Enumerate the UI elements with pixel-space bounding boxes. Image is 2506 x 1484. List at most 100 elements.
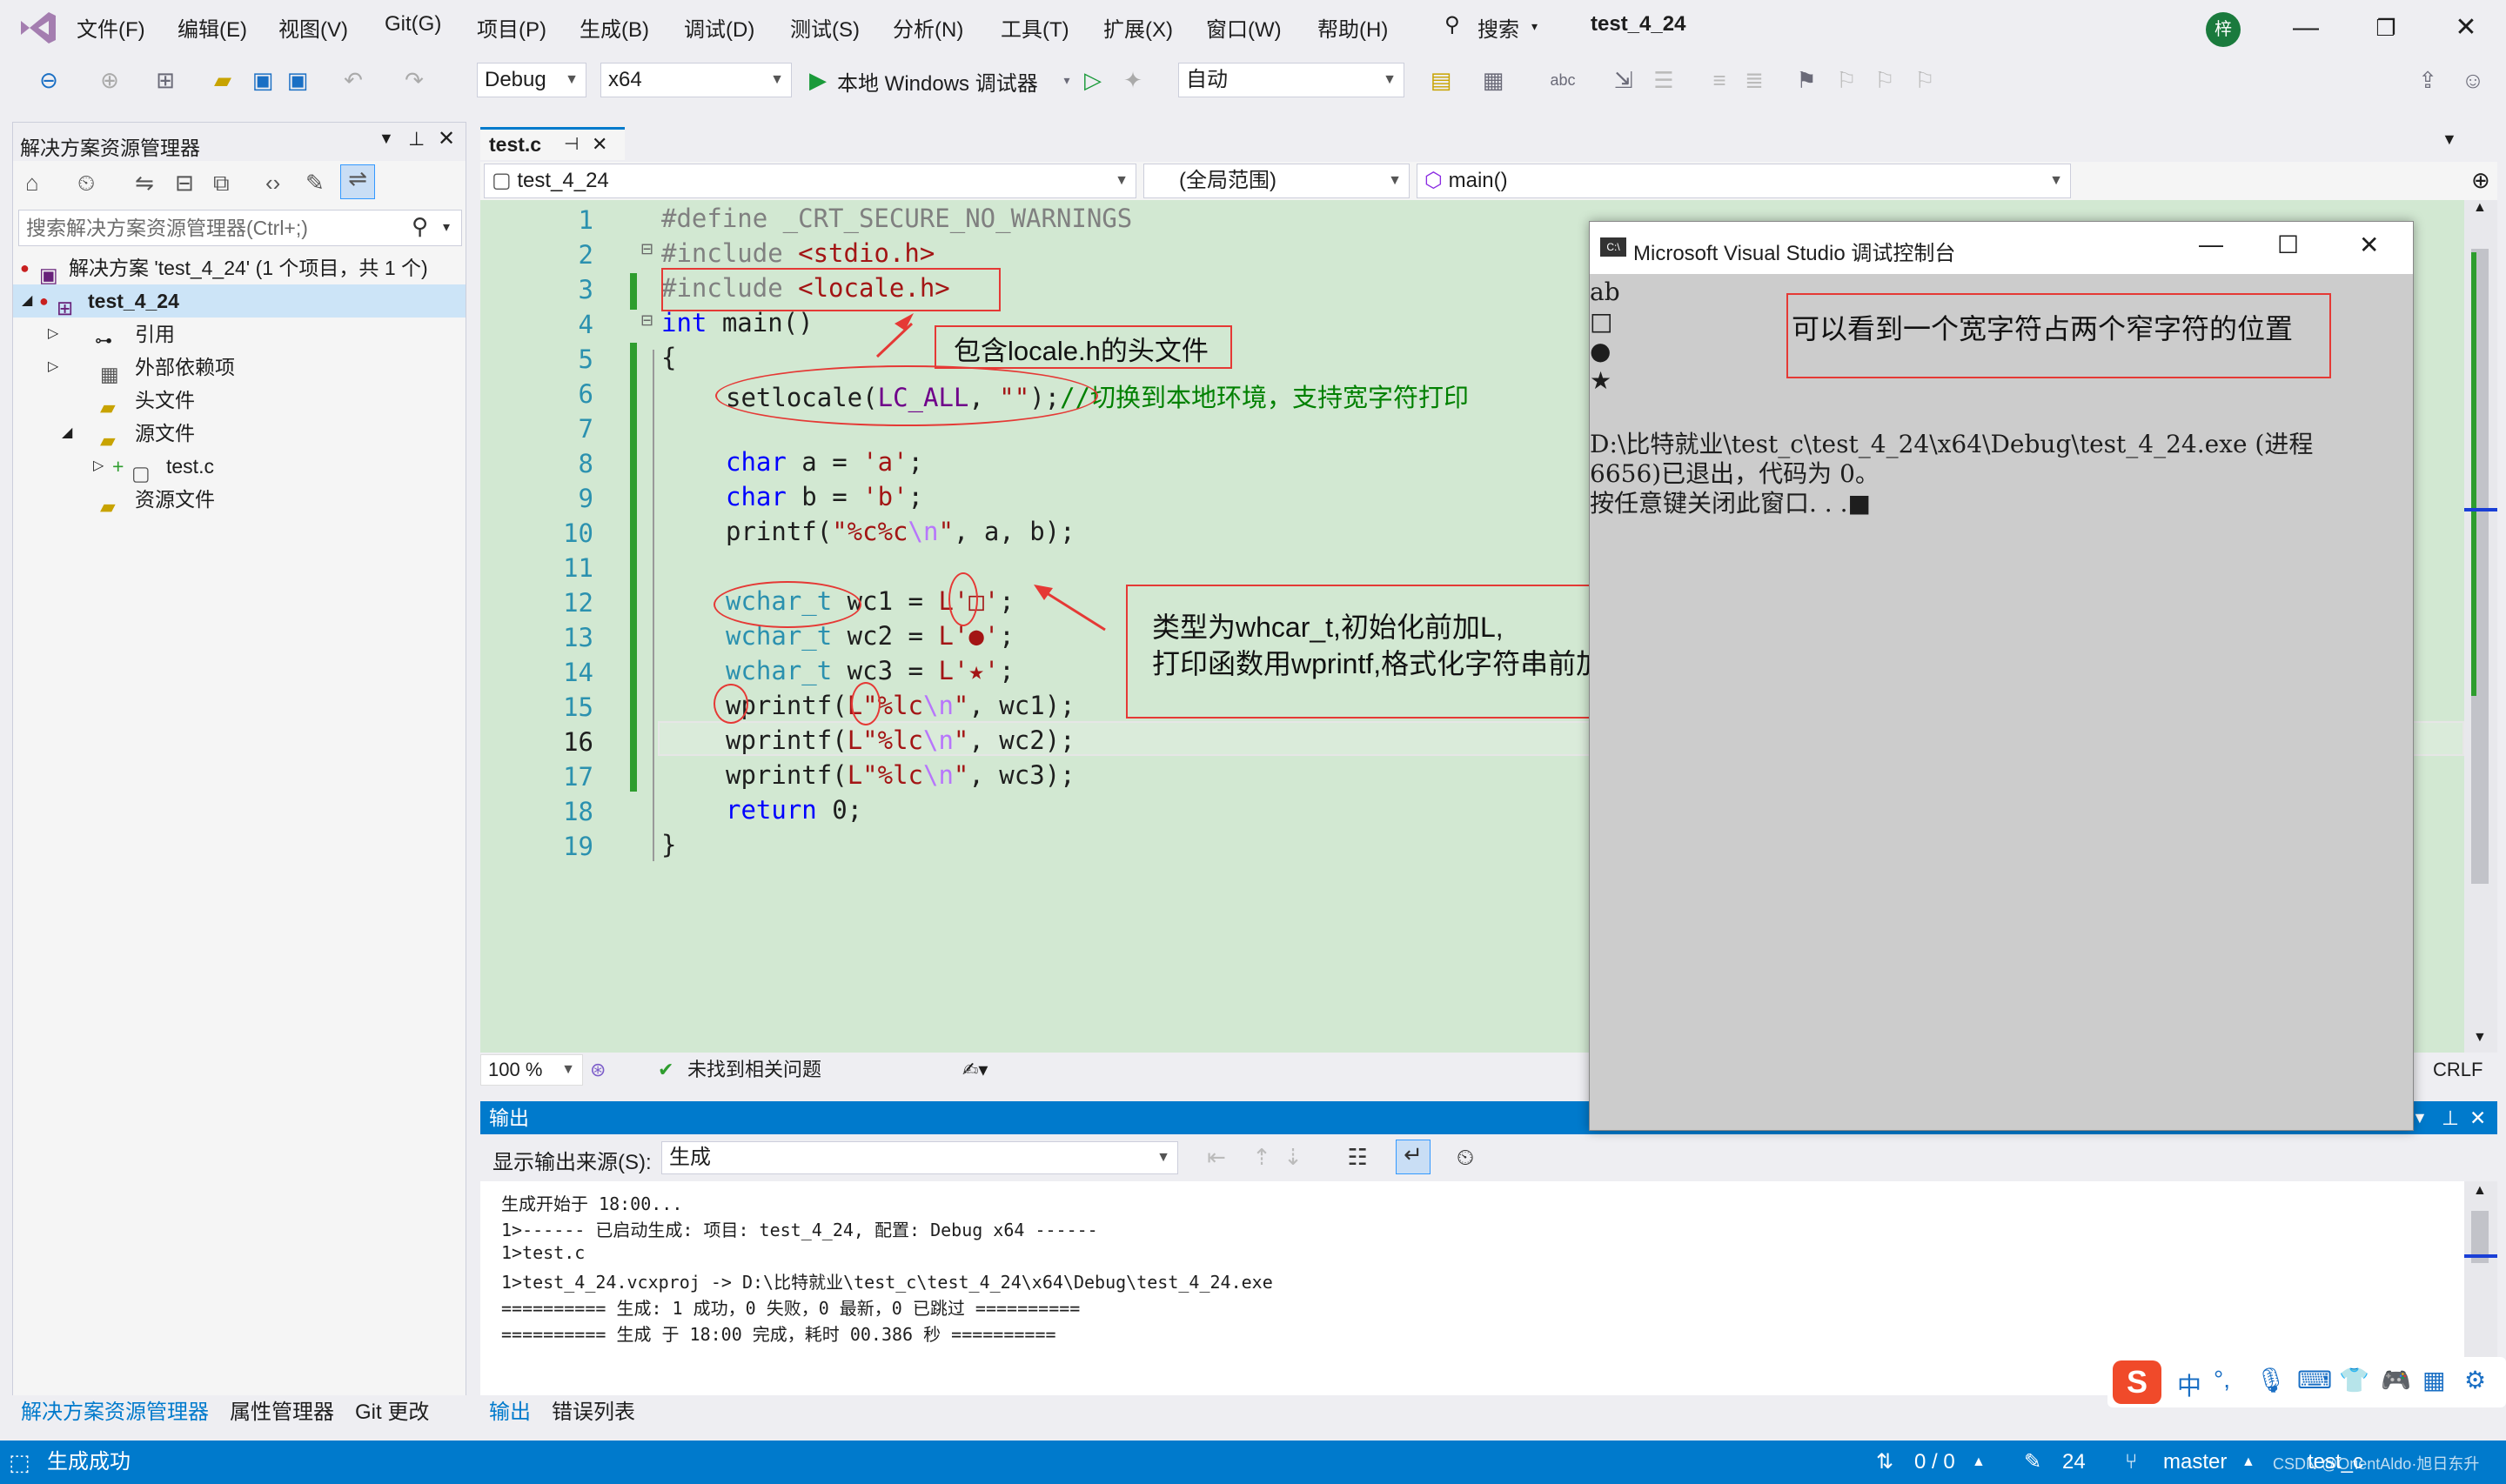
minimize-icon[interactable]: — xyxy=(2199,231,2223,258)
search-dropdown-icon[interactable]: ▾ xyxy=(1531,19,1538,34)
restore-icon[interactable]: ❐ xyxy=(2360,7,2412,49)
code-icon[interactable]: ‹› xyxy=(265,170,280,197)
back-icon[interactable]: ⊖ xyxy=(35,66,63,94)
menu-help[interactable]: 帮助(H) xyxy=(1317,12,1388,43)
keyboard-icon[interactable]: ⌨ xyxy=(2297,1366,2332,1394)
platform-select[interactable]: x64 ▼ xyxy=(600,63,792,97)
history-icon[interactable]: ⏲ xyxy=(77,170,95,197)
collapsed-icon[interactable]: ▷ xyxy=(93,450,104,483)
tab-list-dropdown-icon[interactable]: ▼ xyxy=(2442,130,2457,149)
start-debugging-button[interactable]: 本地 Windows 调试器 xyxy=(837,66,1038,97)
preview-icon[interactable]: ⇌ xyxy=(340,164,375,199)
cleanup-icon[interactable]: ✍▾ xyxy=(962,1053,988,1087)
prev-message-icon[interactable]: ⇡ xyxy=(1248,1143,1276,1171)
game-icon[interactable]: 🎮 xyxy=(2381,1366,2411,1394)
tree-solution[interactable]: ● ▣ 解决方案 'test_4_24' (1 个项目，共 1 个) xyxy=(13,251,466,286)
indent-icon[interactable]: ☰ xyxy=(1650,66,1678,94)
tree-project[interactable]: ◢ ● ⊞ test_4_24 xyxy=(13,284,466,319)
output-source-select[interactable]: 生成 ▼ xyxy=(661,1141,1178,1174)
tree-external-deps[interactable]: ▷ ▦ 外部依赖项 xyxy=(13,351,466,385)
punctuation-icon[interactable]: °, xyxy=(2214,1366,2230,1394)
menu-git[interactable]: Git(G) xyxy=(385,12,441,37)
find-message-icon[interactable]: ⇤ xyxy=(1203,1143,1230,1171)
save-all-icon[interactable]: ▣ xyxy=(284,66,312,94)
toolbox-icon[interactable]: ▦ xyxy=(2422,1366,2445,1394)
start-without-debugging-icon[interactable]: ▷ xyxy=(1079,66,1107,94)
line-ending[interactable]: CRLF xyxy=(2433,1053,2483,1087)
tab-test-c[interactable]: test.c ⊣ ✕ xyxy=(480,127,625,160)
tab-output[interactable]: 输出 xyxy=(489,1399,531,1427)
sync-icon[interactable]: ⇅ xyxy=(1876,1441,1893,1484)
editor-scrollbar[interactable]: ▲ ▼ xyxy=(2464,200,2497,1053)
menu-file[interactable]: 文件(F) xyxy=(77,12,145,43)
menu-view[interactable]: 视图(V) xyxy=(278,12,348,43)
issues-status[interactable]: 未找到相关问题 xyxy=(687,1053,821,1087)
menu-build[interactable]: 生成(B) xyxy=(580,12,649,43)
sync-count[interactable]: 0 / 0 xyxy=(1914,1441,1955,1484)
tab-git-changes[interactable]: Git 更改 xyxy=(355,1399,429,1427)
menu-project[interactable]: 项目(P) xyxy=(477,12,546,43)
fold-icon[interactable]: ⊟ xyxy=(640,240,653,258)
sync-icon[interactable]: ⇋ xyxy=(135,170,154,197)
branch-name[interactable]: master xyxy=(2163,1441,2227,1484)
search-icon[interactable]: ⚲ xyxy=(1444,12,1460,37)
scroll-up-icon[interactable]: ▲ xyxy=(2473,200,2487,216)
hot-reload-icon[interactable]: ✦ xyxy=(1119,66,1147,94)
new-project-icon[interactable]: ⊞ xyxy=(151,66,179,94)
close-icon[interactable]: ✕ xyxy=(438,126,455,151)
scroll-up-icon[interactable]: ▲ xyxy=(2473,1183,2487,1199)
tab-property-manager[interactable]: 属性管理器 xyxy=(230,1399,334,1427)
home-icon[interactable]: ⌂ xyxy=(25,170,39,197)
uncomment-icon[interactable]: ≣ xyxy=(1740,66,1768,94)
tree-references[interactable]: ▷ ⊶ 引用 xyxy=(13,318,466,351)
chevron-up-icon[interactable]: ▲ xyxy=(2241,1441,2255,1484)
menu-edit[interactable]: 编辑(E) xyxy=(178,12,247,43)
layout-icon[interactable]: ▦ xyxy=(1479,66,1507,94)
comment-icon[interactable]: ≡ xyxy=(1705,66,1733,94)
project-dropdown[interactable]: ▢ test_4_24 ▼ xyxy=(484,164,1136,198)
chevron-up-icon[interactable]: ▲ xyxy=(1972,1441,1986,1484)
redo-icon[interactable]: ↷ xyxy=(400,66,428,94)
close-icon[interactable]: ✕ xyxy=(592,130,607,159)
properties-icon[interactable]: ✎ xyxy=(305,170,325,197)
collapsed-icon[interactable]: ▷ xyxy=(48,351,58,384)
menu-debug[interactable]: 调试(D) xyxy=(684,12,754,43)
save-icon[interactable]: ▣ xyxy=(249,66,277,94)
search-icon[interactable]: ⚲ xyxy=(412,213,428,240)
menu-test[interactable]: 测试(S) xyxy=(790,12,860,43)
pin-icon[interactable]: ⊥ xyxy=(2442,1101,2459,1134)
bookmark-prev-icon[interactable]: ⚐ xyxy=(1833,66,1860,94)
open-file-icon[interactable]: ▰ xyxy=(209,66,237,94)
collapsed-icon[interactable]: ▷ xyxy=(48,318,58,351)
console-title-bar[interactable]: C:\ Microsoft Visual Studio 调试控制台 — ☐ ✕ xyxy=(1590,222,2413,274)
timestamp-icon[interactable]: ⏲ xyxy=(1451,1143,1479,1171)
tab-error-list[interactable]: 错误列表 xyxy=(552,1399,635,1427)
clear-all-icon[interactable]: ☷ xyxy=(1343,1143,1371,1171)
configuration-select[interactable]: Debug ▼ xyxy=(477,63,586,97)
changes-count[interactable]: 24 xyxy=(2062,1441,2086,1484)
next-message-icon[interactable]: ⇣ xyxy=(1279,1143,1307,1171)
show-all-files-icon[interactable]: ⧉ xyxy=(213,170,230,197)
pin-icon[interactable]: ⊣ xyxy=(564,130,579,159)
sogou-logo-icon[interactable]: S xyxy=(2113,1360,2161,1404)
minimize-icon[interactable]: — xyxy=(2280,7,2332,49)
folder-icon[interactable]: ▤ xyxy=(1427,66,1455,94)
word-wrap-icon[interactable]: ↵ xyxy=(1396,1140,1431,1174)
member-dropdown[interactable]: ⬡ main() ▼ xyxy=(1417,164,2071,198)
menu-extensions[interactable]: 扩展(X) xyxy=(1103,12,1173,43)
tree-resource-files[interactable]: ▰ 资源文件 xyxy=(13,483,466,518)
fold-icon[interactable]: ⊟ xyxy=(640,311,653,330)
auto-select[interactable]: 自动 ▼ xyxy=(1178,63,1404,97)
share-icon[interactable]: ⇪ xyxy=(2414,66,2442,94)
chevron-down-icon[interactable]: ▼ xyxy=(379,130,394,148)
menu-window[interactable]: 窗口(W) xyxy=(1206,12,1282,43)
tree-header-files[interactable]: ▰ 头文件 xyxy=(13,384,466,418)
settings-icon[interactable]: ⚙ xyxy=(2464,1366,2486,1394)
bookmark-clear-icon[interactable]: ⚐ xyxy=(1911,66,1939,94)
split-window-icon[interactable]: ⊕ xyxy=(2471,167,2490,194)
bookmark-next-icon[interactable]: ⚐ xyxy=(1871,66,1899,94)
solution-search-input[interactable]: 搜索解决方案资源管理器(Ctrl+;) xyxy=(18,210,462,246)
bookmark-icon[interactable]: ⚑ xyxy=(1792,66,1820,94)
undo-icon[interactable]: ↶ xyxy=(339,66,367,94)
avatar[interactable]: 梓 xyxy=(2206,12,2241,47)
